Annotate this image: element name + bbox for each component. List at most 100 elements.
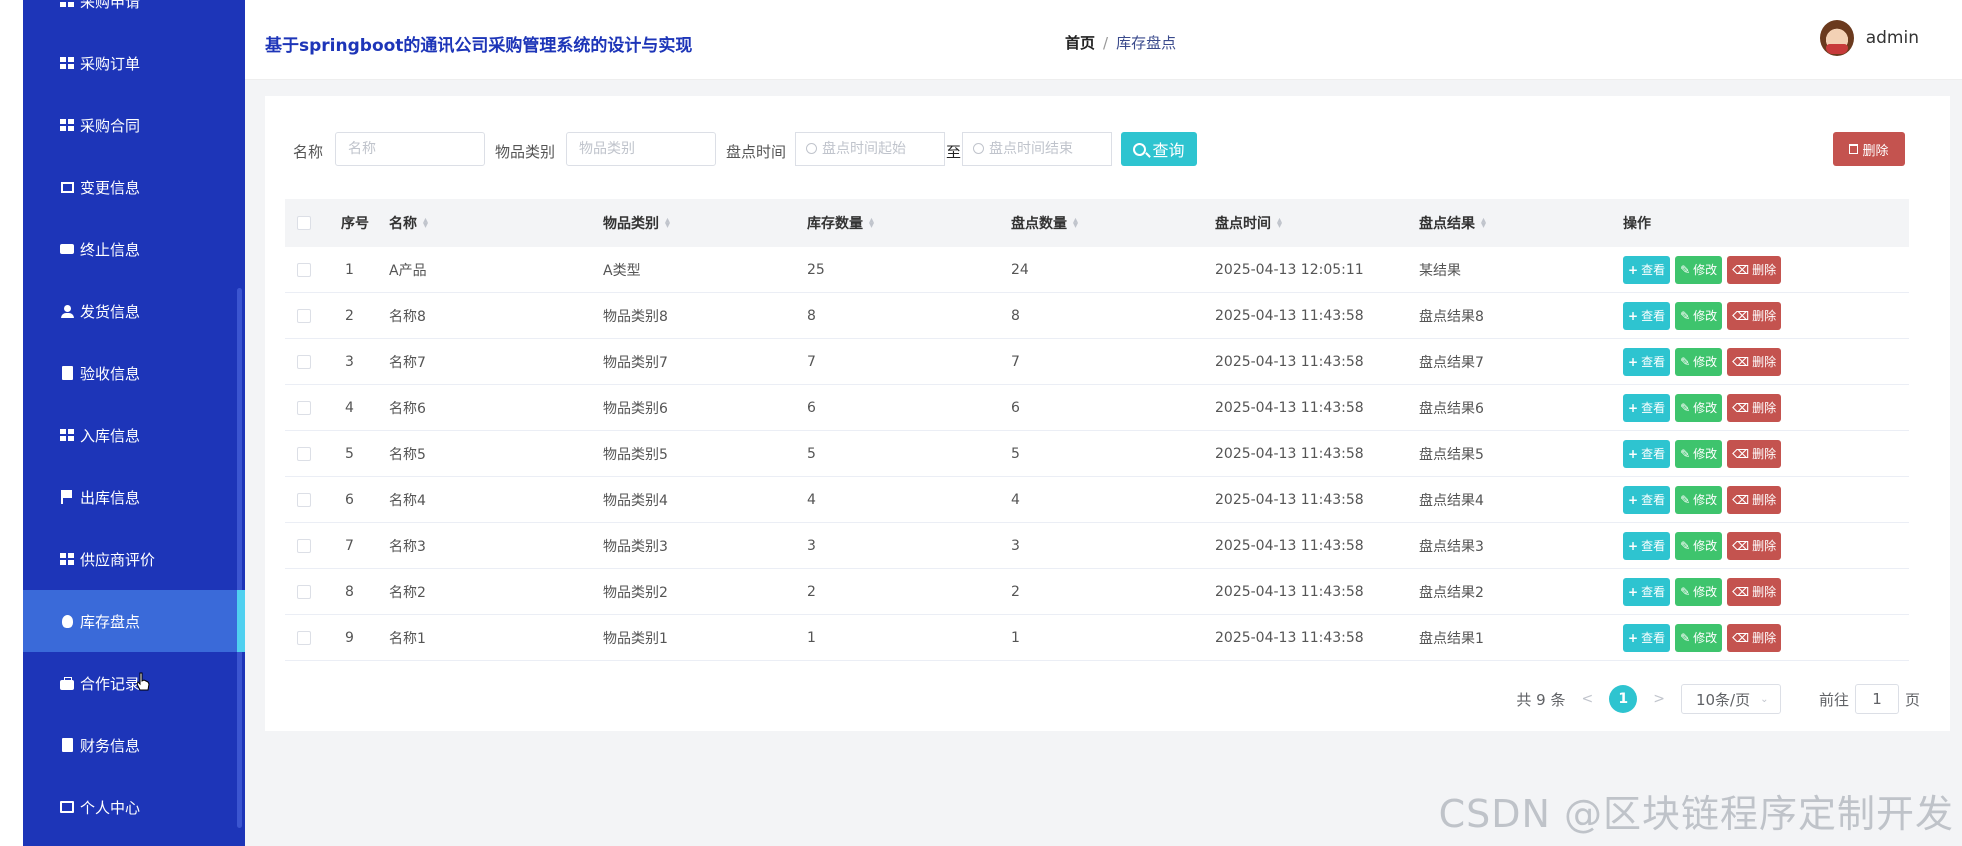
plus-icon: + — [1628, 308, 1639, 323]
checkbox[interactable] — [297, 354, 311, 369]
row-checkbox[interactable] — [297, 339, 311, 384]
view-button[interactable]: + 查看 — [1623, 577, 1671, 606]
edit-icon: ✎ — [1680, 492, 1691, 507]
sidebar-item[interactable]: 出库信息 — [23, 466, 245, 528]
delete-button[interactable]: ⌫ 删除 — [1727, 393, 1782, 422]
edit-button[interactable]: ✎ 修改 — [1675, 393, 1723, 422]
cell-time: 2025-04-13 12:05:11 — [1215, 261, 1364, 278]
checkbox[interactable] — [297, 262, 311, 277]
user-menu[interactable]: admin — [1819, 20, 1919, 56]
select-all-checkbox[interactable] — [297, 199, 311, 247]
page-size-select[interactable]: 10条/页 ⌄ — [1680, 684, 1781, 714]
delete-button[interactable]: ⌫ 删除 — [1727, 531, 1782, 560]
edit-button[interactable]: ✎ 修改 — [1675, 577, 1723, 606]
row-checkbox[interactable] — [297, 385, 311, 430]
time-end-input[interactable]: 盘点时间结束 — [962, 132, 1112, 166]
column-header[interactable]: 盘点时间 ▴ ▾ — [1215, 199, 1282, 247]
delete-button[interactable]: ⌫ 删除 — [1727, 485, 1782, 514]
view-button[interactable]: + 查看 — [1623, 531, 1671, 560]
query-button[interactable]: 查询 — [1121, 132, 1197, 166]
clipboard-icon — [59, 365, 75, 381]
cell-stock: 5 — [807, 445, 816, 462]
edit-button[interactable]: ✎ 修改 — [1675, 485, 1723, 514]
goto-page-input[interactable]: 1 — [1854, 684, 1899, 714]
sidebar-item[interactable]: 验收信息 — [23, 342, 245, 404]
row-checkbox[interactable] — [297, 615, 311, 660]
sort-icon[interactable]: ▴ ▾ — [665, 216, 670, 231]
name-input[interactable] — [335, 132, 485, 166]
sidebar-item[interactable]: 入库信息 — [23, 404, 245, 466]
row-checkbox[interactable] — [297, 477, 311, 522]
sort-icon[interactable]: ▴ ▾ — [869, 216, 874, 231]
breadcrumb-home[interactable]: 首页 — [1065, 34, 1095, 52]
cell-time: 2025-04-13 11:43:58 — [1215, 307, 1364, 324]
batch-delete-button[interactable]: 删除 — [1833, 132, 1905, 166]
sidebar-item[interactable]: 发货信息 — [23, 280, 245, 342]
sort-icon[interactable]: ▴ ▾ — [423, 216, 428, 231]
row-actions: + 查看 ✎ 修改 ⌫ 删除 — [1623, 523, 1782, 568]
delete-button[interactable]: ⌫ 删除 — [1727, 623, 1782, 652]
row-checkbox[interactable] — [297, 293, 311, 338]
page-number-current[interactable]: 1 — [1609, 685, 1638, 713]
sidebar-item[interactable]: 采购订单 — [23, 32, 245, 94]
view-button[interactable]: + 查看 — [1623, 439, 1671, 468]
next-page-button[interactable]: > — [1653, 691, 1665, 707]
checkbox[interactable] — [297, 308, 311, 323]
checkbox[interactable] — [297, 538, 311, 553]
edit-button[interactable]: ✎ 修改 — [1675, 531, 1723, 560]
column-header[interactable]: 名称 ▴ ▾ — [389, 199, 428, 247]
sidebar-item[interactable]: 库存盘点 — [23, 590, 245, 652]
edit-button[interactable]: ✎ 修改 — [1675, 301, 1723, 330]
sort-icon[interactable]: ▴ ▾ — [1277, 216, 1282, 231]
sidebar-item[interactable]: 个人中心 — [23, 776, 245, 838]
cell-no: 9 — [345, 629, 354, 646]
sidebar-item[interactable]: 供应商评价 — [23, 528, 245, 590]
pagination: 共 9 条 < 1 > 10条/页 ⌄ 前往 1 页 — [1516, 684, 1920, 714]
row-checkbox[interactable] — [297, 431, 311, 476]
delete-button[interactable]: ⌫ 删除 — [1727, 439, 1782, 468]
time-start-input[interactable]: 盘点时间起始 — [795, 132, 945, 166]
user-name[interactable]: admin — [1866, 28, 1919, 48]
column-header[interactable]: 盘点数量 ▴ ▾ — [1011, 199, 1078, 247]
checkbox[interactable] — [297, 630, 311, 645]
cell-no: 8 — [345, 583, 354, 600]
avatar[interactable] — [1819, 20, 1854, 56]
message-icon — [59, 241, 75, 257]
checkbox[interactable] — [297, 446, 311, 461]
view-button[interactable]: + 查看 — [1623, 485, 1671, 514]
view-button[interactable]: + 查看 — [1623, 393, 1671, 422]
view-button[interactable]: + 查看 — [1623, 347, 1671, 376]
sort-icon[interactable]: ▴ ▾ — [1481, 216, 1486, 231]
column-header[interactable]: 盘点结果 ▴ ▾ — [1419, 199, 1486, 247]
edit-button[interactable]: ✎ 修改 — [1675, 255, 1723, 284]
sidebar-item[interactable]: 终止信息 — [23, 218, 245, 280]
row-checkbox[interactable] — [297, 569, 311, 614]
sort-icon[interactable]: ▴ ▾ — [1073, 216, 1078, 231]
delete-button[interactable]: ⌫ 删除 — [1727, 347, 1782, 376]
checkbox[interactable] — [297, 216, 311, 230]
delete-button[interactable]: ⌫ 删除 — [1727, 255, 1782, 284]
cell-stock: 25 — [807, 261, 825, 278]
sidebar-item[interactable]: 财务信息 — [23, 714, 245, 776]
edit-button[interactable]: ✎ 修改 — [1675, 347, 1723, 376]
column-header[interactable]: 物品类别 ▴ ▾ — [603, 199, 670, 247]
edit-button[interactable]: ✎ 修改 — [1675, 439, 1723, 468]
prev-page-button[interactable]: < — [1582, 691, 1594, 707]
sidebar-item[interactable]: 采购申请 — [23, 0, 245, 32]
sidebar-item[interactable]: 采购合同 — [23, 94, 245, 156]
checkbox[interactable] — [297, 400, 311, 415]
delete-button[interactable]: ⌫ 删除 — [1727, 301, 1782, 330]
view-button[interactable]: + 查看 — [1623, 301, 1671, 330]
row-checkbox[interactable] — [297, 247, 311, 292]
category-input[interactable] — [566, 132, 716, 166]
row-checkbox[interactable] — [297, 523, 311, 568]
sidebar-item[interactable]: 合作记录 — [23, 652, 245, 714]
view-button[interactable]: + 查看 — [1623, 623, 1671, 652]
checkbox[interactable] — [297, 584, 311, 599]
column-header[interactable]: 库存数量 ▴ ▾ — [807, 199, 874, 247]
delete-button[interactable]: ⌫ 删除 — [1727, 577, 1782, 606]
sidebar-item[interactable]: 变更信息 — [23, 156, 245, 218]
checkbox[interactable] — [297, 492, 311, 507]
edit-button[interactable]: ✎ 修改 — [1675, 623, 1723, 652]
view-button[interactable]: + 查看 — [1623, 255, 1671, 284]
